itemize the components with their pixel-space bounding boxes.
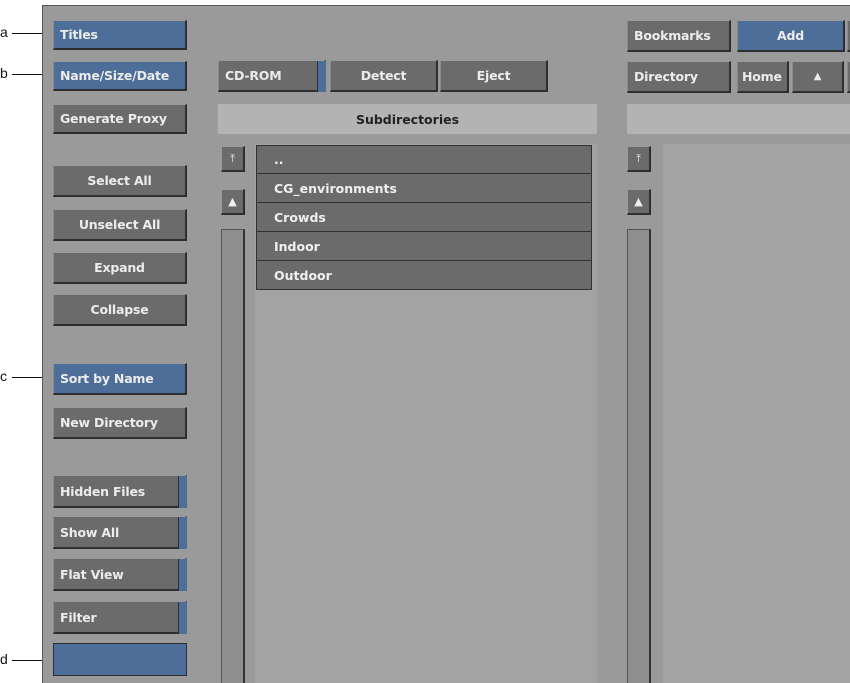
add-bookmark-button[interactable]: Add xyxy=(737,20,845,52)
filter-label: Filter xyxy=(60,609,97,625)
callout-a: a xyxy=(0,24,8,40)
scroll-top-icon: ⤒ xyxy=(636,151,641,165)
name-size-date-button[interactable]: Name/Size/Date xyxy=(53,61,187,91)
subdirectories-header: Subdirectories xyxy=(218,104,597,134)
filter-indicator xyxy=(178,602,187,634)
files-header xyxy=(627,104,850,134)
cdrom-label: CD-ROM xyxy=(225,68,282,83)
list-item[interactable]: .. xyxy=(256,145,592,174)
callout-c: c xyxy=(0,368,7,384)
files-scrollbar: ⤒ ▲ xyxy=(627,146,659,683)
files-scroll-up-button[interactable]: ▲ xyxy=(627,189,651,215)
arrow-up-icon: ▲ xyxy=(634,195,643,208)
show-all-toggle[interactable]: Show All xyxy=(53,516,187,549)
list-item[interactable]: Indoor xyxy=(256,232,592,261)
hidden-files-indicator xyxy=(178,476,187,508)
flat-view-indicator xyxy=(178,559,187,591)
hidden-files-toggle[interactable]: Hidden Files xyxy=(53,475,187,508)
collapse-button[interactable]: Collapse xyxy=(53,294,187,326)
hidden-files-label: Hidden Files xyxy=(60,483,145,499)
file-browser-panel: Titles Name/Size/Date Generate Proxy Sel… xyxy=(42,5,850,683)
show-all-label: Show All xyxy=(60,524,120,540)
arrow-up-icon: ▲ xyxy=(813,71,822,82)
files-list-area xyxy=(663,144,850,683)
scroll-to-top-button[interactable]: ⤒ xyxy=(221,146,245,172)
parent-directory-button[interactable]: ▲ xyxy=(792,61,844,93)
bookmarks-button[interactable]: Bookmarks xyxy=(627,20,731,52)
list-item[interactable]: Outdoor xyxy=(256,261,592,290)
subdirectories-list: .. CG_environments Crowds Indoor Outdoor xyxy=(256,145,592,290)
arrow-up-icon: ▲ xyxy=(228,195,237,208)
scroll-up-button[interactable]: ▲ xyxy=(221,189,245,215)
select-all-button[interactable]: Select All xyxy=(53,165,187,197)
scroll-track[interactable] xyxy=(221,229,245,683)
scroll-top-icon: ⤒ xyxy=(230,151,235,165)
detect-button[interactable]: Detect xyxy=(330,60,438,92)
unselect-all-button[interactable]: Unselect All xyxy=(53,209,187,241)
filter-toggle[interactable]: Filter xyxy=(53,601,187,634)
sort-by-name-button[interactable]: Sort by Name xyxy=(53,363,187,395)
flat-view-label: Flat View xyxy=(60,566,124,582)
titles-button[interactable]: Titles xyxy=(53,20,187,50)
generate-proxy-button[interactable]: Generate Proxy xyxy=(53,104,187,134)
cdrom-device-button[interactable]: CD-ROM xyxy=(218,60,326,92)
list-item[interactable]: CG_environments xyxy=(256,174,592,203)
flat-view-toggle[interactable]: Flat View xyxy=(53,558,187,591)
files-scroll-to-top-button[interactable]: ⤒ xyxy=(627,146,651,172)
filter-field[interactable] xyxy=(53,643,187,676)
cdrom-indicator xyxy=(317,61,326,92)
directory-label-button[interactable]: Directory xyxy=(627,61,731,93)
list-item[interactable]: Crowds xyxy=(256,203,592,232)
home-button[interactable]: Home xyxy=(737,61,789,93)
eject-button[interactable]: Eject xyxy=(440,60,548,92)
callout-b: b xyxy=(0,65,8,81)
files-scroll-track[interactable] xyxy=(627,229,651,683)
subdirectories-scrollbar: ⤒ ▲ xyxy=(218,146,250,683)
expand-button[interactable]: Expand xyxy=(53,252,187,284)
new-directory-button[interactable]: New Directory xyxy=(53,407,187,439)
callout-d: d xyxy=(0,651,8,667)
show-all-indicator xyxy=(178,517,187,549)
